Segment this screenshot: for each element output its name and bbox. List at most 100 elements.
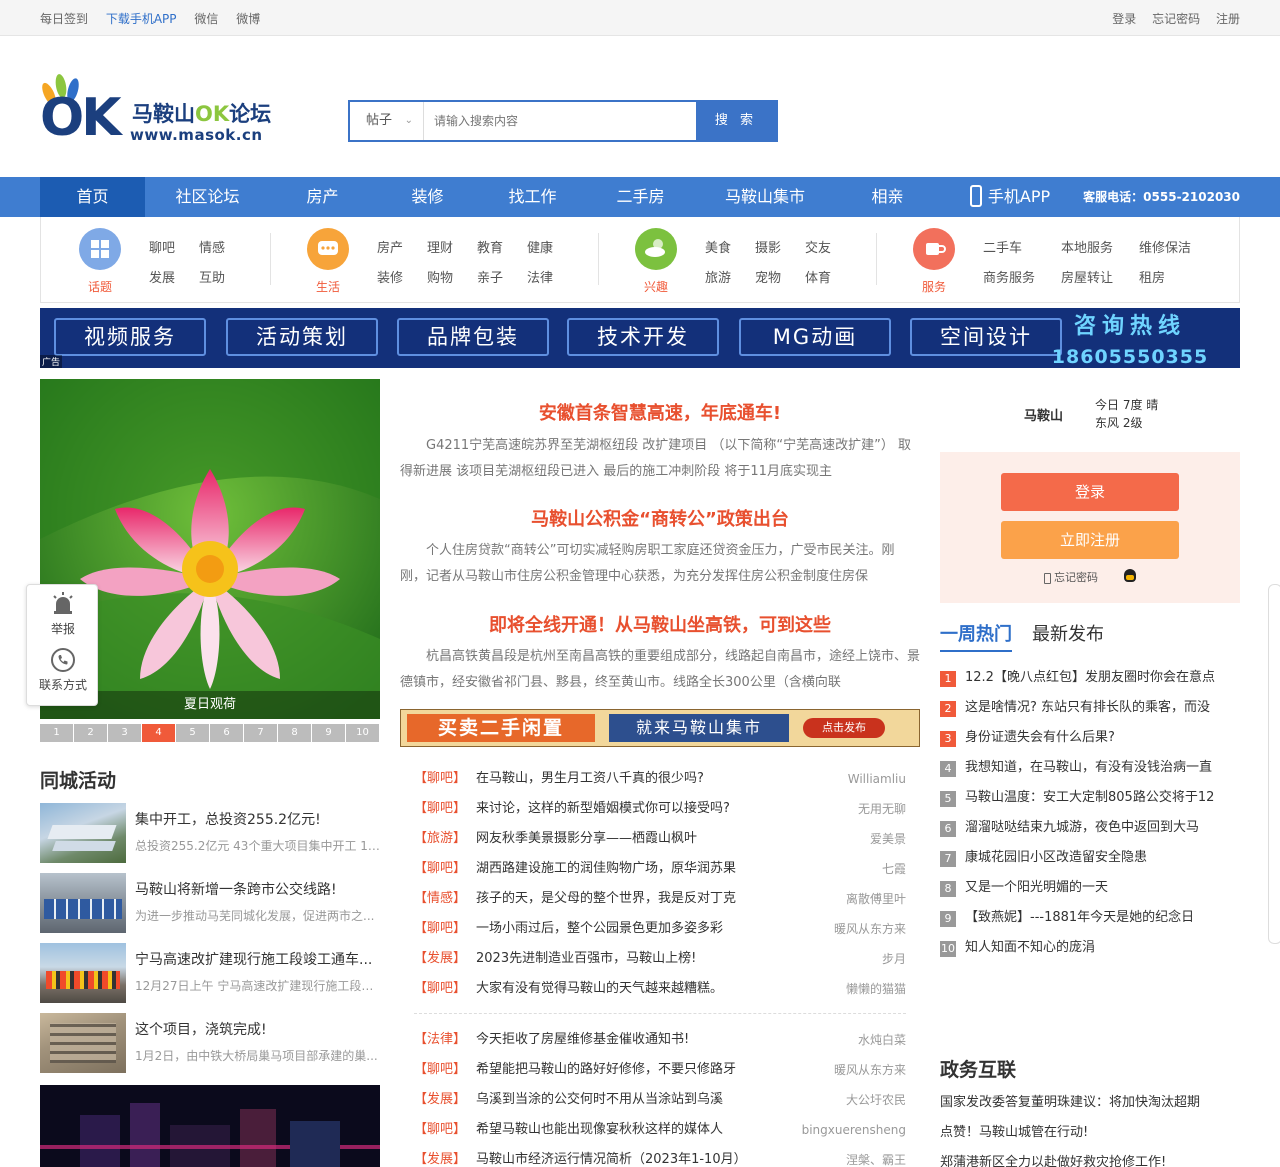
category-link[interactable]: 本地服务 (1061, 237, 1113, 256)
headline-title[interactable]: 马鞍山公积金“商转公”政策出台 (400, 505, 920, 531)
category-link[interactable]: 房屋转让 (1061, 267, 1113, 286)
nav-house[interactable]: 房产 (270, 177, 375, 217)
hot-item[interactable]: 4 我想知道，在马鞍山，有没有没钱治病一直 (940, 753, 1240, 783)
category-life[interactable]: 生活 (298, 278, 358, 295)
tab-latest[interactable]: 最新发布 (1032, 620, 1104, 646)
category-link[interactable]: 旅游 (705, 267, 731, 286)
slide-page[interactable]: 10 (346, 724, 379, 742)
coffee-cup-icon[interactable] (913, 228, 955, 270)
category-link[interactable]: 房产 (377, 237, 403, 256)
forgot-password-link[interactable]: 忘记密码 (1152, 12, 1200, 26)
category-link[interactable]: 维修保洁 (1139, 237, 1191, 256)
category-link[interactable]: 情感 (199, 237, 225, 256)
post-row[interactable]: 【发展】 2023先进制造业百强市，马鞍山上榜! 步月 (414, 944, 906, 974)
category-link[interactable]: 二手车 (983, 237, 1022, 256)
cloud-sun-icon[interactable] (635, 228, 677, 270)
slide-page[interactable]: 6 (210, 724, 243, 742)
post-row[interactable]: 【聊吧】 来讨论，这样的新型婚姻模式你可以接受吗? 无用无聊 (414, 794, 906, 824)
login-button[interactable]: 登录 (1001, 473, 1179, 511)
nav-market[interactable]: 马鞍山集市 (705, 177, 825, 217)
activity-item[interactable]: 马鞍山将新增一条跨市公交线路! 为进一步推动马芜同城化发展，促进两市之... (40, 873, 380, 933)
category-link[interactable]: 理财 (427, 237, 453, 256)
night-city-image[interactable] (40, 1085, 380, 1167)
category-link[interactable]: 宠物 (755, 267, 781, 286)
hot-item[interactable]: 1 12.2【晚八点红包】发朋友圈时你会在意点 (940, 663, 1240, 693)
download-app-link[interactable]: 下载手机APP (106, 12, 177, 26)
side-scroll-panel[interactable] (1268, 584, 1280, 944)
category-link[interactable]: 聊吧 (149, 237, 175, 256)
ad-banner[interactable]: 视频服务 活动策划 品牌包装 技术开发 MG动画 空间设计 咨询热线 18605… (40, 308, 1240, 368)
hot-item[interactable]: 7 康城花园旧小区改造留安全隐患 (940, 843, 1240, 873)
hot-item[interactable]: 6 溜溜哒哒结束九城游，夜色中返回到大马 (940, 813, 1240, 843)
search-input[interactable] (426, 102, 698, 140)
post-row[interactable]: 【聊吧】 在马鞍山，男生月工资八千真的很少吗? Williamliu (414, 764, 906, 794)
gov-item[interactable]: 点赞！马鞍山城管在行动! (940, 1121, 1240, 1140)
nav-home[interactable]: 首页 (40, 177, 145, 217)
category-interest[interactable]: 兴趣 (626, 278, 686, 295)
category-link[interactable]: 健康 (527, 237, 553, 256)
post-row[interactable]: 【聊吧】 一场小雨过后，整个公园景色更加多姿多彩 暖风从东方来 (414, 914, 906, 944)
slide-page-active[interactable]: 4 (142, 724, 175, 742)
category-link[interactable]: 购物 (427, 267, 453, 286)
wechat-link[interactable]: 微信 (194, 12, 218, 26)
post-row[interactable]: 【发展】 乌溪到当涂的公交何时不用从当涂站到乌溪 大公圩农民 (414, 1085, 906, 1115)
category-topic[interactable]: 话题 (70, 278, 130, 295)
register-button[interactable]: 立即注册 (1001, 521, 1179, 559)
nav-dating[interactable]: 相亲 (835, 177, 940, 217)
slide-page[interactable]: 1 (40, 724, 73, 742)
post-row[interactable]: 【聊吧】 希望能把马鞍山的路好好修修，不要只修路牙 暖风从东方来 (414, 1055, 906, 1085)
contact-button[interactable]: 联系方式 (27, 647, 99, 693)
category-link[interactable]: 体育 (805, 267, 831, 286)
post-row[interactable]: 【聊吧】 大家有没有觉得马鞍山的天气越来越糟糕。 懒懒的猫猫 (414, 974, 906, 1004)
forgot-password-link[interactable]: 忘记密码 (1044, 569, 1098, 585)
weibo-link[interactable]: 微博 (236, 12, 260, 26)
hot-item[interactable]: 2 这是啥情况? 东站只有排长队的乘客，而没 (940, 693, 1240, 723)
post-row[interactable]: 【法律】 今天拒收了房屋维修基金催收通知书! 水炖白菜 (414, 1025, 906, 1055)
category-link[interactable]: 法律 (527, 267, 553, 286)
post-row[interactable]: 【情感】 孩子的天，是父母的整个世界，我是反对丁克 离散傅里叶 (414, 884, 906, 914)
nav-decoration[interactable]: 装修 (375, 177, 480, 217)
qq-login-icon[interactable] (1124, 569, 1136, 582)
post-row[interactable]: 【旅游】 网友秋季美景摄影分享——栖霞山枫叶 爱美景 (414, 824, 906, 854)
hot-item[interactable]: 5 马鞍山温度：安工大定制805路公交将于12 (940, 783, 1240, 813)
market-ad-banner[interactable]: 买卖二手闲置 就来马鞍山集市 点击发布 (400, 709, 920, 747)
tab-weekly-hot[interactable]: 一周热门 (940, 620, 1012, 652)
activity-item[interactable]: 集中开工，总投资255.2亿元! 总投资255.2亿元 43个重大项目集中开工 … (40, 803, 380, 863)
sign-in-daily-link[interactable]: 每日签到 (40, 12, 88, 26)
hot-item[interactable]: 9 【致燕妮】---1881年今天是她的纪念日 (940, 903, 1240, 933)
register-link[interactable]: 注册 (1216, 12, 1240, 26)
slide-page[interactable]: 2 (74, 724, 107, 742)
headline-title[interactable]: 安徽首条智慧高速，年底通车! (400, 399, 920, 425)
slide-page[interactable]: 5 (176, 724, 209, 742)
hot-item[interactable]: 3 身份证遗失会有什么后果? (940, 723, 1240, 753)
hot-item[interactable]: 10 知人知面不知心的庞涓 (940, 933, 1240, 963)
post-row[interactable]: 【发展】 马鞍山市经济运行情况简析（2023年1-10月） 涅槃、霸王 (414, 1145, 906, 1167)
category-service[interactable]: 服务 (904, 278, 964, 295)
category-link[interactable]: 摄影 (755, 237, 781, 256)
category-link[interactable]: 商务服务 (983, 267, 1035, 286)
report-button[interactable]: 举报 (27, 591, 99, 637)
category-link[interactable]: 装修 (377, 267, 403, 286)
nav-jobs[interactable]: 找工作 (480, 177, 585, 217)
category-link[interactable]: 租房 (1139, 267, 1165, 286)
chat-bubble-icon[interactable] (307, 228, 349, 270)
category-link[interactable]: 美食 (705, 237, 731, 256)
category-link[interactable]: 互助 (199, 267, 225, 286)
gov-item[interactable]: 国家发改委答复董明珠建议：将加快淘汰超期 (940, 1091, 1240, 1110)
slide-page[interactable]: 9 (312, 724, 345, 742)
category-link[interactable]: 教育 (477, 237, 503, 256)
category-link[interactable]: 交友 (805, 237, 831, 256)
slide-page[interactable]: 3 (108, 724, 141, 742)
nav-app[interactable]: 手机APP (950, 177, 1070, 217)
login-link[interactable]: 登录 (1112, 12, 1136, 26)
slide-page[interactable]: 7 (244, 724, 277, 742)
activity-item[interactable]: 这个项目，浇筑完成! 1月2日，由中铁大桥局巢马项目部承建的巢... (40, 1013, 380, 1073)
slide-page[interactable]: 8 (278, 724, 311, 742)
hot-item[interactable]: 8 又是一个阳光明媚的一天 (940, 873, 1240, 903)
site-logo[interactable]: OK 马鞍山OK论坛 www.masok.cn (39, 72, 290, 147)
search-type-select[interactable]: 帖子 ⌄ (350, 102, 424, 140)
category-link[interactable]: 发展 (149, 267, 175, 286)
topic-grid-icon[interactable] (79, 228, 121, 270)
activity-item[interactable]: 宁马高速改扩建现行施工段竣工通车... 12月27日上午 宁马高速改扩建现行施工… (40, 943, 380, 1003)
category-link[interactable]: 亲子 (477, 267, 503, 286)
